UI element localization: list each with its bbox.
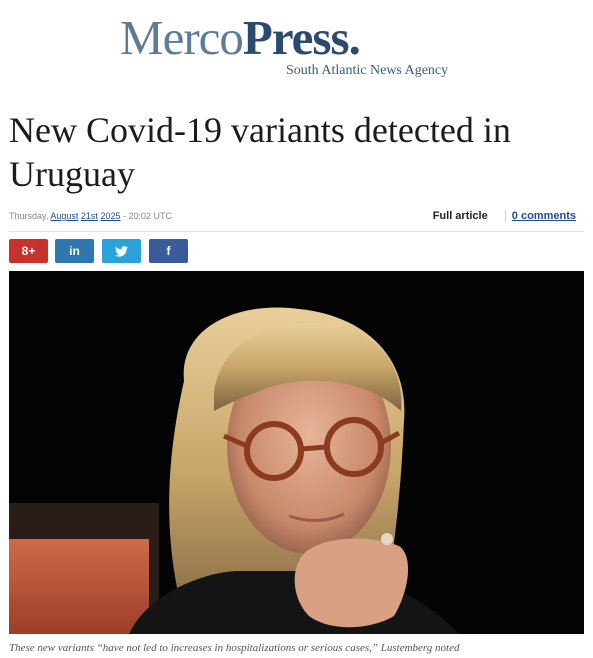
linkedin-icon: in bbox=[69, 244, 80, 258]
article-actions: Full article 0 comments bbox=[433, 210, 576, 222]
date-time: - 20:02 UTC bbox=[123, 211, 173, 221]
facebook-icon: f bbox=[166, 244, 171, 258]
article-photo bbox=[9, 271, 584, 634]
google-plus-icon: 8+ bbox=[21, 244, 36, 258]
hand bbox=[294, 538, 409, 628]
logo-press-text: Press. bbox=[242, 10, 361, 65]
article-headline: New Covid-19 variants detected in Urugua… bbox=[9, 110, 511, 194]
date-month-link[interactable]: August bbox=[50, 211, 78, 221]
portrait-illustration bbox=[9, 271, 584, 634]
google-plus-share-button[interactable]: 8+ bbox=[9, 239, 48, 263]
site-logo[interactable]: MercoPress. South Atlantic News Agency bbox=[0, 10, 593, 85]
photo-caption: These new variants “have not led to incr… bbox=[9, 642, 460, 654]
chair-cushion bbox=[9, 539, 149, 634]
twitter-share-button[interactable] bbox=[102, 239, 141, 263]
logo-merco-text: Merco bbox=[120, 10, 244, 65]
glasses-bridge bbox=[300, 444, 328, 452]
article-meta-row: Thursday, August 21st 2025 - 20:02 UTC F… bbox=[9, 203, 584, 232]
date-year-link[interactable]: 2025 bbox=[100, 211, 120, 221]
earring bbox=[381, 533, 393, 545]
comments-link[interactable]: 0 comments bbox=[504, 210, 576, 222]
date-day-link[interactable]: 21st bbox=[81, 211, 98, 221]
date-weekday: Thursday, bbox=[9, 211, 49, 221]
twitter-bird-icon bbox=[115, 246, 128, 257]
logo-tagline: South Atlantic News Agency bbox=[286, 63, 449, 78]
linkedin-share-button[interactable]: in bbox=[55, 239, 94, 263]
facebook-share-button[interactable]: f bbox=[149, 239, 188, 263]
logo-wordmark: MercoPress. bbox=[120, 10, 361, 66]
full-article-link[interactable]: Full article bbox=[433, 210, 488, 222]
article-date: Thursday, August 21st 2025 - 20:02 UTC bbox=[9, 211, 172, 221]
